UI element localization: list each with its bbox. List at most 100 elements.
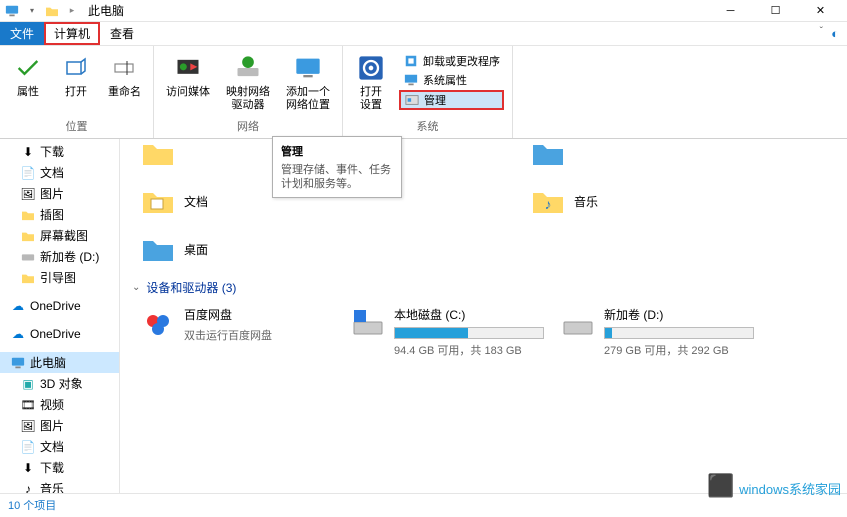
folder-icon xyxy=(20,228,36,244)
group-header-devices[interactable]: ⌄ 设备和驱动器 (3) xyxy=(132,279,839,296)
manage-icon xyxy=(404,92,420,108)
tile-drive-d[interactable]: 新加卷 (D:) 279 GB 可用，共 292 GB xyxy=(560,306,740,358)
picture-icon: 🖼 xyxy=(20,186,36,202)
chevron-down-icon: ⌄ xyxy=(132,282,140,293)
ribbon-open[interactable]: 打开 xyxy=(54,50,98,116)
ribbon-group-network: 访问媒体 映射网络 驱动器 添加一个 网络位置 网络 xyxy=(154,46,343,138)
tile-drive-c[interactable]: 本地磁盘 (C:) 94.4 GB 可用，共 183 GB xyxy=(350,306,530,358)
sidebar-item-pictures2[interactable]: 🖼图片 xyxy=(0,415,119,436)
open-icon xyxy=(60,52,92,84)
menu-bar: 文件 计算机 查看 ˇ ◐ xyxy=(0,22,847,46)
uninstall-icon xyxy=(403,53,419,69)
sidebar-item-thispc[interactable]: 此电脑 xyxy=(0,352,119,373)
addnet-icon xyxy=(292,52,324,84)
tooltip-manage: 管理 管理存储、事件、任务计划和服务等。 xyxy=(272,136,402,198)
folder-icon xyxy=(20,207,36,223)
ribbon-addnet[interactable]: 添加一个 网络位置 xyxy=(280,50,336,116)
ribbon-sysprops[interactable]: 系统属性 xyxy=(399,71,504,89)
sidebar-item-documents2[interactable]: 📄文档 xyxy=(0,436,119,457)
folder-tile-desktop[interactable]: 桌面 xyxy=(140,231,340,267)
sysprops-icon xyxy=(403,72,419,88)
download-icon: ⬇ xyxy=(20,460,36,476)
sidebar-item-music[interactable]: ♪音乐 xyxy=(0,478,119,493)
svg-text:♪: ♪ xyxy=(545,196,552,212)
window-buttons: ─ ☐ ✕ xyxy=(708,0,843,22)
desktop-folder-icon xyxy=(140,231,176,267)
music-icon: ♪ xyxy=(20,481,36,494)
drive-c-bar xyxy=(394,327,544,339)
drive-d-bar xyxy=(604,327,754,339)
folder-icon xyxy=(140,139,176,171)
music-folder-icon: ♪ xyxy=(530,183,566,219)
thispc-icon xyxy=(4,3,20,19)
media-icon xyxy=(172,52,204,84)
maximize-button[interactable]: ☐ xyxy=(753,0,798,22)
sidebar-item-3dobjects[interactable]: ▣3D 对象 xyxy=(0,373,119,394)
folder-icon xyxy=(20,270,36,286)
disk-c-icon xyxy=(350,306,386,342)
disk-d-icon xyxy=(560,306,596,342)
sidebar-item-screenshots[interactable]: 屏幕截图 xyxy=(0,225,119,246)
onedrive-icon: ☁ xyxy=(10,326,26,342)
ribbon-group-location: 属性 打开 重命名 位置 xyxy=(0,46,154,138)
sidebar-item-guide[interactable]: 引导图 xyxy=(0,267,119,288)
sidebar-item-onedrive2[interactable]: ☁OneDrive xyxy=(0,324,119,344)
ribbon-properties[interactable]: 属性 xyxy=(6,50,50,116)
close-button[interactable]: ✕ xyxy=(798,0,843,22)
folder-tile-partial2[interactable] xyxy=(530,139,730,171)
tile-baidu[interactable]: 百度网盘 双击运行百度网盘 xyxy=(140,306,320,358)
window-title: 此电脑 xyxy=(88,2,124,19)
qat-sep-icon: ▸ xyxy=(64,3,80,19)
ribbon-manage[interactable]: 管理 xyxy=(399,90,504,110)
minimize-button[interactable]: ─ xyxy=(708,0,753,22)
tab-view[interactable]: 查看 xyxy=(100,22,144,45)
thispc-icon xyxy=(10,355,26,371)
folder-icon xyxy=(44,3,60,19)
sidebar: ⬇下载 📄文档 🖼图片 插图 屏幕截图 新加卷 (D:) 引导图 ☁OneDri… xyxy=(0,139,120,493)
tooltip-body: 管理存储、事件、任务计划和服务等。 xyxy=(281,163,393,191)
ribbon: 属性 打开 重命名 位置 访问媒体 映射网络 驱动器 xyxy=(0,46,847,139)
status-bar: 10 个项目 xyxy=(0,493,847,515)
video-icon: 🎞 xyxy=(20,397,36,413)
ribbon-uninstall[interactable]: 卸载或更改程序 xyxy=(399,52,504,70)
sidebar-item-insert[interactable]: 插图 xyxy=(0,204,119,225)
ribbon-group-label: 网络 xyxy=(237,118,259,134)
tab-computer[interactable]: 计算机 xyxy=(44,22,100,45)
sidebar-item-downloads2[interactable]: ⬇下载 xyxy=(0,457,119,478)
ribbon-group-label: 系统 xyxy=(417,118,439,134)
ribbon-system-small: 卸载或更改程序 系统属性 管理 xyxy=(397,50,506,116)
content-area: 文档 ♪ 音乐 桌面 ⌄ 设备和驱动器 (3) 百度网盘 双击运行百度网盘 xyxy=(120,139,847,493)
ribbon-media[interactable]: 访问媒体 xyxy=(160,50,216,116)
documents-folder-icon xyxy=(140,183,176,219)
disk-icon xyxy=(20,249,36,265)
tab-file[interactable]: 文件 xyxy=(0,22,44,45)
folder-icon xyxy=(530,139,566,171)
sidebar-item-newvol-d[interactable]: 新加卷 (D:) xyxy=(0,246,119,267)
download-icon: ⬇ xyxy=(20,144,36,160)
document-icon: 📄 xyxy=(20,439,36,455)
sidebar-item-videos[interactable]: 🎞视频 xyxy=(0,394,119,415)
folder-tile-music[interactable]: ♪ 音乐 xyxy=(530,183,730,219)
sidebar-item-pictures[interactable]: 🖼图片 xyxy=(0,183,119,204)
body: ⬇下载 📄文档 🖼图片 插图 屏幕截图 新加卷 (D:) 引导图 ☁OneDri… xyxy=(0,139,847,493)
picture-icon: 🖼 xyxy=(20,418,36,434)
checkmark-icon xyxy=(12,52,44,84)
quick-access-toolbar: ▾ ▸ xyxy=(4,3,80,19)
title-bar: ▾ ▸ 此电脑 ─ ☐ ✕ xyxy=(0,0,847,22)
mapdrive-icon xyxy=(232,52,264,84)
sidebar-item-downloads[interactable]: ⬇下载 xyxy=(0,141,119,162)
baidu-icon xyxy=(140,306,176,342)
ribbon-collapse-icon[interactable]: ˇ xyxy=(820,26,823,37)
rename-icon xyxy=(109,52,141,84)
ribbon-opensettings[interactable]: 打开 设置 xyxy=(349,50,393,116)
ribbon-rename[interactable]: 重命名 xyxy=(102,50,147,116)
document-icon: 📄 xyxy=(20,165,36,181)
status-count: 10 个项目 xyxy=(8,497,56,513)
ribbon-group-system: 打开 设置 卸载或更改程序 系统属性 管理 系统 xyxy=(343,46,513,138)
help-icon[interactable]: ◐ xyxy=(831,26,839,41)
sidebar-item-documents[interactable]: 📄文档 xyxy=(0,162,119,183)
qat-dropdown-icon[interactable]: ▾ xyxy=(24,3,40,19)
tooltip-title: 管理 xyxy=(281,143,393,159)
sidebar-item-onedrive1[interactable]: ☁OneDrive xyxy=(0,296,119,316)
ribbon-mapdrive[interactable]: 映射网络 驱动器 xyxy=(220,50,276,116)
